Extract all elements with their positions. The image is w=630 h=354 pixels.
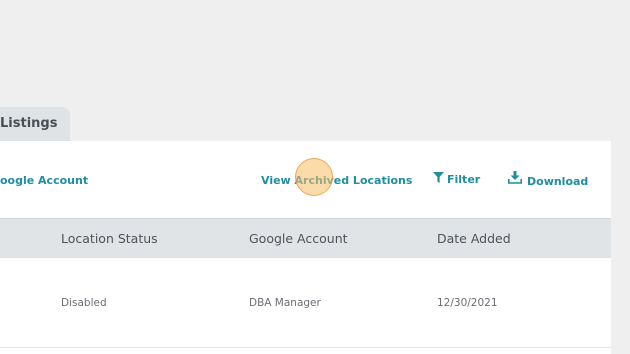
google-account-cell: DBA Manager [249,297,321,309]
view-archived-locations-link[interactable]: View Archived Locations [261,174,412,187]
filter-button[interactable]: Filter [447,173,480,186]
toolbar: oogle Account View Archived Locations Fi… [0,141,611,218]
column-header-google-account[interactable]: Google Account [249,231,348,246]
google-account-link[interactable]: oogle Account [0,174,88,187]
date-added-cell: 12/30/2021 [437,297,498,309]
tab-label: Listings [0,116,58,131]
table-row[interactable]: Disabled DBA Manager 12/30/2021 [0,258,611,348]
locations-panel: oogle Account View Archived Locations Fi… [0,141,611,354]
location-status-cell: Disabled [61,297,107,309]
column-header-date-added[interactable]: Date Added [437,231,511,246]
table-header: Location Status Google Account Date Adde… [0,218,611,258]
tab-listings[interactable]: Listings [0,107,70,142]
download-button[interactable]: Download [527,175,588,188]
column-header-location-status[interactable]: Location Status [61,231,158,246]
download-icon[interactable] [508,171,522,184]
filter-icon[interactable] [433,172,444,183]
